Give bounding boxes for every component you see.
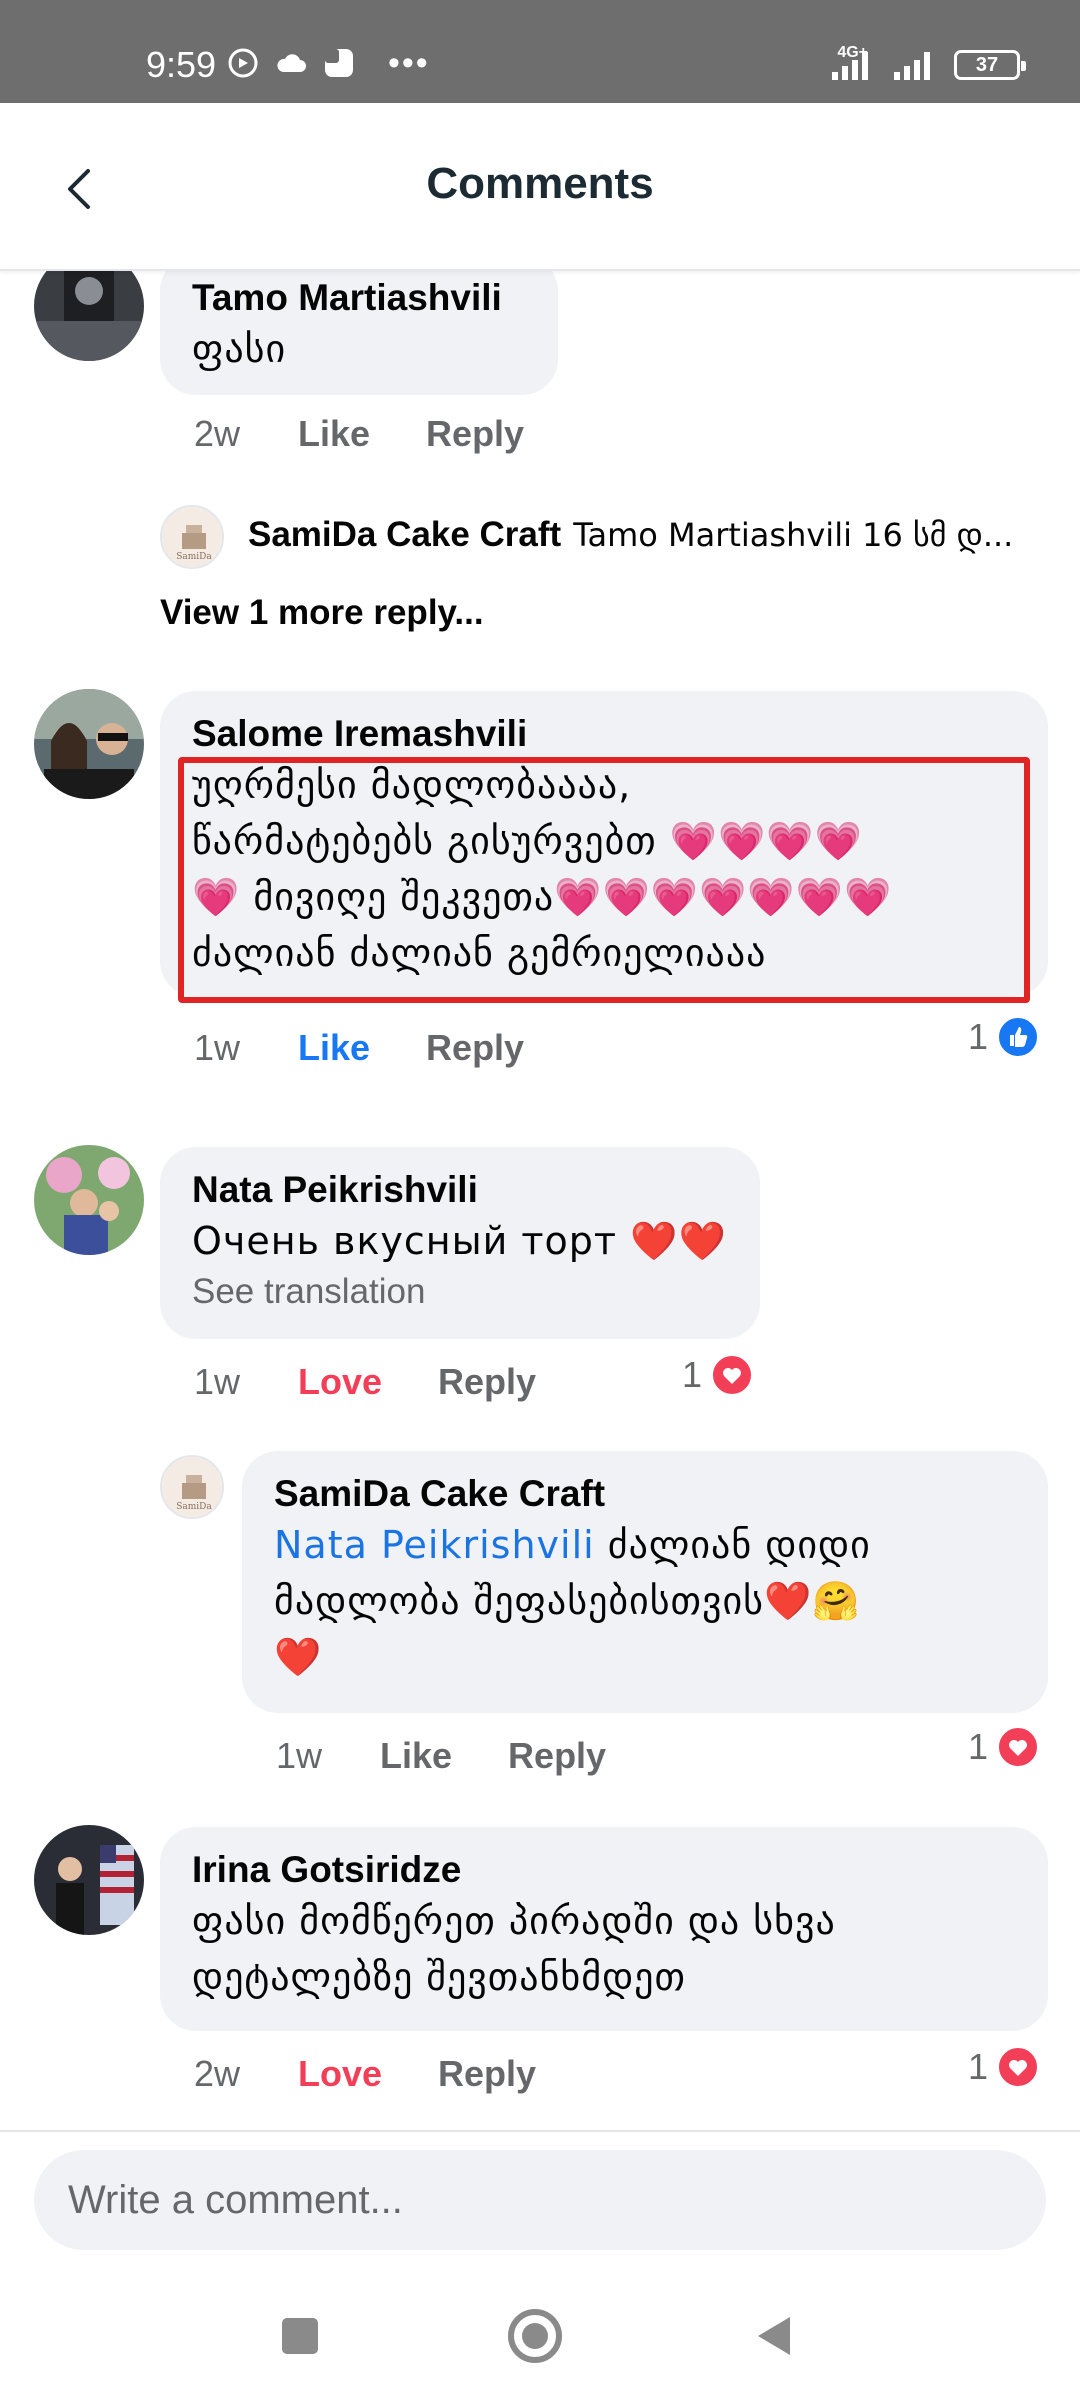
- reply-button[interactable]: Reply: [438, 2053, 536, 2095]
- reaction-summary[interactable]: 1: [968, 1015, 1041, 1059]
- comment-time[interactable]: 1w: [194, 1027, 298, 1069]
- reaction-summary[interactable]: 1: [968, 1725, 1041, 1769]
- love-button[interactable]: Love: [298, 2053, 382, 2095]
- reply-button[interactable]: Reply: [438, 1361, 536, 1403]
- signal-icon: [832, 52, 868, 80]
- comment-text-line: წარმატებებს გისურვებთ 💗💗💗💗: [192, 819, 863, 863]
- svg-text:SamiDa: SamiDa: [176, 552, 212, 562]
- comment-actions: 1w Like Reply: [194, 1027, 580, 1069]
- comment-text: ფასი: [192, 327, 287, 371]
- comment-input[interactable]: [34, 2150, 1046, 2250]
- comment-author[interactable]: Nata Peikrishvili: [192, 1167, 728, 1213]
- comments-list[interactable]: Tamo Martiashvili ფასი 2w Like Reply Sam…: [0, 271, 1080, 2131]
- reply-text: Tamo Martiashvili 16 სმ დ...: [573, 516, 1014, 554]
- comment-time[interactable]: 2w: [194, 2053, 298, 2095]
- love-reaction-icon: [996, 2045, 1041, 2089]
- avatar[interactable]: SamiDa: [160, 505, 224, 569]
- reaction-count: 1: [968, 1726, 989, 1767]
- reply-author[interactable]: SamiDa Cake Craft: [248, 515, 561, 555]
- square-icon: [282, 2318, 318, 2354]
- like-button[interactable]: Like: [298, 413, 370, 455]
- page-title: Comments: [426, 159, 654, 208]
- comment-bubble[interactable]: Nata Peikrishvili Очень вкусный торт ❤️❤…: [160, 1147, 760, 1339]
- comment-text-line: მადლობა შეფასებისთვის❤️🤗: [274, 1579, 861, 1623]
- reply-button[interactable]: Reply: [426, 1027, 524, 1069]
- home-circle-icon: [508, 2309, 562, 2363]
- love-button[interactable]: Love: [298, 1361, 382, 1403]
- system-nav-bar: [0, 2270, 1080, 2400]
- battery-level: 37: [975, 53, 999, 76]
- comment-actions: 1w Love Reply: [194, 1361, 592, 1403]
- love-reaction-icon: [996, 1725, 1041, 1769]
- reaction-count: 1: [682, 1354, 703, 1395]
- reply-button[interactable]: Reply: [426, 413, 524, 455]
- comment-text-line: დეტალებზე შევთანხმდეთ: [192, 1955, 686, 1999]
- reaction-count: 1: [968, 1016, 989, 1057]
- reaction-summary[interactable]: 1: [968, 2045, 1041, 2089]
- triangle-back-icon: [758, 2317, 790, 2355]
- comment-actions: 1w Like Reply: [276, 1735, 662, 1777]
- status-bar: 9:59 ••• 4G+ 37: [0, 0, 1080, 103]
- reply-bubble[interactable]: SamiDa Cake Craft Nata Peikrishvili ძალი…: [242, 1451, 1048, 1713]
- comment-author[interactable]: Irina Gotsiridze: [192, 1847, 1016, 1893]
- status-system-icons: 37: [830, 48, 1026, 82]
- see-translation-link[interactable]: See translation: [192, 1269, 728, 1315]
- avatar[interactable]: [34, 689, 144, 799]
- like-button[interactable]: Like: [298, 1027, 370, 1069]
- comment-text-line: 💗 მივიღე შეკვეთა💗💗💗💗💗💗💗: [192, 875, 893, 919]
- status-time: 9:59: [146, 44, 217, 85]
- avatar[interactable]: SamiDa: [160, 1455, 224, 1519]
- comment-text-line: უღრმესი მადლობაააა,: [192, 763, 632, 807]
- avatar[interactable]: [34, 1825, 144, 1935]
- recent-apps-button[interactable]: [270, 2306, 330, 2366]
- reply-preview[interactable]: SamiDa Cake Craft Tamo Martiashvili 16 ს…: [248, 515, 1048, 555]
- divider: [0, 2130, 1080, 2132]
- back-nav-button[interactable]: [744, 2306, 804, 2366]
- comments-header: Comments: [0, 103, 1080, 271]
- avatar[interactable]: [34, 1145, 144, 1255]
- signal-icon-2: [894, 52, 930, 80]
- avatar[interactable]: [34, 271, 144, 361]
- comment-text: Очень вкусный торт ❤️❤️: [192, 1219, 727, 1263]
- comment-author[interactable]: SamiDa Cake Craft: [274, 1471, 1016, 1517]
- reaction-count: 1: [968, 2046, 989, 2087]
- mention-link[interactable]: Nata Peikrishvili: [274, 1523, 595, 1567]
- comment-text-line: ❤️: [274, 1635, 323, 1679]
- love-reaction-icon: [710, 1353, 755, 1397]
- cloud-icon: [277, 54, 306, 72]
- comment-author[interactable]: Tamo Martiashvili: [192, 275, 526, 321]
- comment-time[interactable]: 1w: [276, 1735, 380, 1777]
- comment-text-line: ძალიან ძალიან გემრიელიააა: [192, 931, 767, 975]
- comment-text: ძალიან დიდი: [594, 1523, 871, 1567]
- svg-text:SamiDa: SamiDa: [176, 1502, 212, 1512]
- reply-button[interactable]: Reply: [508, 1735, 606, 1777]
- comment-bubble[interactable]: Tamo Martiashvili ფასი: [160, 271, 558, 395]
- view-more-replies-link[interactable]: View 1 more reply...: [160, 593, 484, 633]
- comment-text-line: ფასი მომწერეთ პირადში და სხვა: [192, 1899, 836, 1943]
- comment-composer[interactable]: [34, 2150, 1046, 2250]
- comment-bubble[interactable]: Salome Iremashvili უღრმესი მადლობაააა, წ…: [160, 691, 1048, 997]
- like-reaction-icon: [996, 1015, 1041, 1059]
- comment-actions: 2w Love Reply: [194, 2053, 592, 2095]
- comment-actions: 2w Like Reply: [194, 413, 580, 455]
- reaction-summary[interactable]: 1: [682, 1353, 755, 1397]
- comment-text-line: Nata Peikrishvili ძალიან დიდი: [274, 1517, 1016, 1573]
- comment-time[interactable]: 1w: [194, 1361, 298, 1403]
- status-notification-icons: •••: [226, 46, 430, 80]
- comment-time[interactable]: 2w: [194, 413, 298, 455]
- comment-bubble[interactable]: Irina Gotsiridze ფასი მომწერეთ პირადში დ…: [160, 1827, 1048, 2031]
- whatsapp-icon: [228, 48, 258, 78]
- battery-icon: 37: [954, 50, 1026, 80]
- app-icon: [325, 49, 353, 77]
- comment-author[interactable]: Salome Iremashvili: [192, 711, 1016, 757]
- home-button[interactable]: [505, 2306, 565, 2366]
- like-button[interactable]: Like: [380, 1735, 452, 1777]
- more-notifications-icon: •••: [388, 44, 430, 82]
